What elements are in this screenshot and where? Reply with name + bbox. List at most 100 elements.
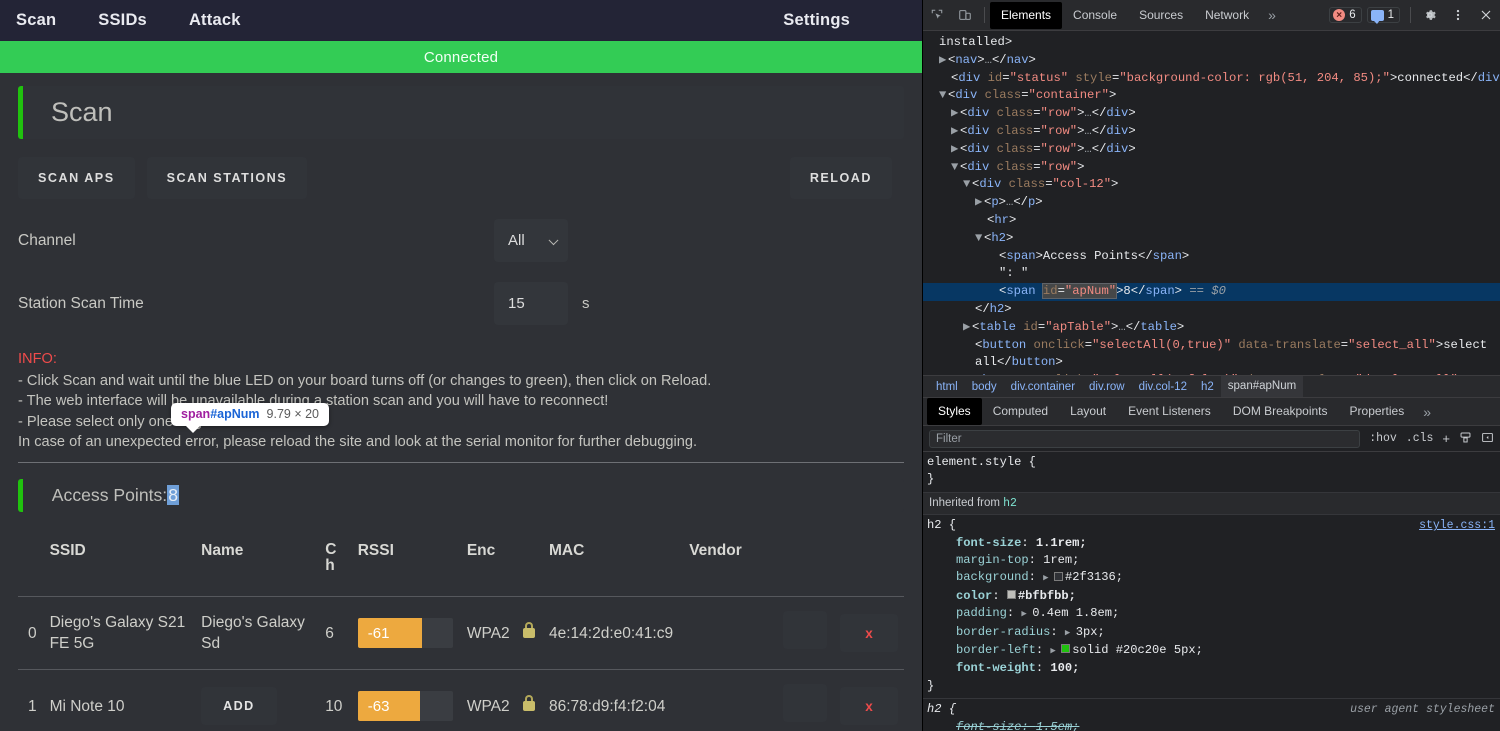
css-declaration[interactable]: background: ▶ #2f3136; — [923, 569, 1500, 587]
breadcrumb-item[interactable]: h2 — [1194, 381, 1221, 393]
nav-item-ssids[interactable]: SSIDs — [98, 11, 147, 30]
css-rule-selector[interactable]: h2 {style.css:1 — [923, 517, 1500, 534]
scan-button-row: SCAN APS SCAN STATIONS RELOAD — [18, 157, 904, 199]
color-swatch[interactable] — [1053, 571, 1063, 581]
message-count-badge[interactable]: 1 — [1366, 7, 1400, 24]
devtools-tab-sources[interactable]: Sources — [1128, 2, 1194, 29]
css-rule-source[interactable]: style.css:1 — [1419, 517, 1495, 534]
css-declaration[interactable]: font-size: 1.1rem; — [923, 535, 1500, 552]
breadcrumb-item[interactable]: span#apNum — [1220, 376, 1304, 397]
css-declaration[interactable]: border-radius: ▶ 3px; — [923, 624, 1500, 642]
css-declaration[interactable]: font-size: 1.5em; — [923, 719, 1500, 731]
css-rule: h2 {user agent stylesheet font-size: 1.5… — [923, 699, 1500, 731]
scan-aps-button[interactable]: SCAN APS — [18, 157, 135, 199]
expand-icon[interactable]: ▶ — [1065, 628, 1076, 638]
nav-item-attack[interactable]: Attack — [189, 11, 241, 30]
element-style-block: element.style { } — [923, 452, 1500, 493]
css-rule-selector[interactable]: h2 {user agent stylesheet — [923, 701, 1500, 718]
styles-filter-input[interactable] — [929, 429, 1361, 448]
device-toolbar-icon[interactable] — [951, 1, 979, 29]
breadcrumb-item[interactable]: div.row — [1082, 381, 1132, 393]
dom-node[interactable]: ▶ <div class="row">…</div> — [923, 141, 1500, 159]
cls-toggle[interactable]: .cls — [1406, 432, 1434, 445]
styles-tabs-more-icon[interactable]: » — [1415, 404, 1439, 420]
error-count-badge[interactable]: × 6 — [1329, 7, 1362, 23]
dom-node[interactable]: ▶ <div class="row">…</div> — [923, 105, 1500, 123]
table-row[interactable]: 1 Mi Note 10 ADD 10 -63 WPA2 86:78:d9:f4:f2:04… — [18, 669, 904, 731]
hov-toggle[interactable]: :hov — [1369, 432, 1397, 445]
station-scan-time-input[interactable]: 15 — [494, 282, 568, 325]
styles-tab-properties[interactable]: Properties — [1339, 398, 1416, 425]
expand-icon[interactable]: ▶ — [1050, 646, 1061, 656]
devtools-tab-network[interactable]: Network — [1194, 2, 1260, 29]
computed-styles-icon[interactable] — [1459, 431, 1472, 447]
dom-node[interactable]: <button onclick="selectAll(0,true)" data… — [923, 337, 1500, 355]
th-ssid: SSID — [49, 542, 86, 560]
css-declaration[interactable]: font-weight: 100; — [923, 660, 1500, 677]
more-tabs-icon[interactable]: » — [1260, 7, 1284, 23]
devtools-tab-console[interactable]: Console — [1062, 2, 1128, 29]
toggle-sidebar-icon[interactable] — [1481, 431, 1494, 447]
expand-icon[interactable]: ▶ — [1021, 609, 1032, 619]
breadcrumb-item[interactable]: body — [965, 381, 1004, 393]
dom-node[interactable]: all</button> — [923, 354, 1500, 372]
select-checkbox[interactable] — [782, 611, 827, 650]
devtools-tab-elements[interactable]: Elements — [990, 1, 1063, 29]
dom-node[interactable]: ": " — [923, 265, 1500, 283]
dom-node[interactable]: ▶ <p>…</p> — [923, 194, 1500, 212]
css-value: 100; — [1050, 661, 1080, 676]
breadcrumb-item[interactable]: html — [929, 381, 965, 393]
dom-node[interactable]: </h2> — [923, 301, 1500, 319]
dom-node[interactable]: <hr> — [923, 212, 1500, 230]
inspect-element-icon[interactable] — [923, 1, 951, 29]
dom-node[interactable]: <button onclick="selectAll(0,false)" dat… — [923, 372, 1500, 375]
add-button[interactable]: ADD — [201, 687, 277, 726]
dom-node[interactable]: ▼ <h2> — [923, 230, 1500, 248]
dom-node[interactable]: ▼ <div class="container"> — [923, 87, 1500, 105]
more-options-icon[interactable] — [1444, 1, 1472, 29]
dom-node[interactable]: <div id="status" style="background-color… — [923, 70, 1500, 88]
css-property: padding — [956, 606, 1007, 621]
styles-tab-layout[interactable]: Layout — [1059, 398, 1117, 425]
dom-node[interactable]: ▶ <div class="row">…</div> — [923, 123, 1500, 141]
delete-button[interactable]: x — [839, 687, 898, 726]
breadcrumb-item[interactable]: div.col-12 — [1132, 381, 1194, 393]
styles-tab-computed[interactable]: Computed — [982, 398, 1059, 425]
table-row[interactable]: 0 Diego's Galaxy S21 FE 5G Diego's Galaxy … — [18, 596, 904, 670]
reload-button[interactable]: RELOAD — [789, 157, 892, 199]
connection-status-banner: Connected — [0, 41, 922, 73]
scan-stations-button[interactable]: SCAN STATIONS — [146, 157, 308, 199]
styles-tab-styles[interactable]: Styles — [927, 398, 982, 425]
select-checkbox[interactable] — [782, 684, 827, 723]
dom-node[interactable]: ▼ <div class="row"> — [923, 159, 1500, 177]
gear-icon[interactable] — [1416, 1, 1444, 29]
rssi-value: -63 — [357, 691, 421, 722]
dom-node[interactable]: ▶ <nav>…</nav> — [923, 52, 1500, 70]
nav-item-scan[interactable]: Scan — [16, 11, 56, 30]
color-swatch[interactable] — [1061, 644, 1071, 654]
close-icon[interactable] — [1472, 1, 1500, 29]
breadcrumb-item[interactable]: div.container — [1004, 381, 1082, 393]
dom-node-selected[interactable]: <span id="apNum">8</span> == $0 — [923, 283, 1500, 301]
expand-icon[interactable]: ▶ — [1043, 573, 1054, 583]
dom-tree[interactable]: installed> ▶ <nav>…</nav> <div id="status" … — [923, 31, 1500, 375]
th-index — [18, 530, 44, 597]
error-icon: × — [1333, 9, 1346, 21]
channel-select[interactable]: All — [494, 219, 568, 262]
delete-button[interactable]: x — [839, 614, 898, 653]
dom-node[interactable]: <span>Access Points</span> — [923, 248, 1500, 266]
dom-node[interactable]: ▶ <table id="apTable">…</table> — [923, 319, 1500, 337]
css-declaration[interactable]: padding: ▶ 0.4em 1.8em; — [923, 605, 1500, 623]
styles-tab-event-listeners[interactable]: Event Listeners — [1117, 398, 1222, 425]
css-declaration[interactable]: color: #bfbfbb; — [923, 588, 1500, 605]
dom-node[interactable]: installed> — [923, 34, 1500, 52]
css-declaration[interactable]: margin-top: 1rem; — [923, 552, 1500, 569]
nav-item-settings[interactable]: Settings — [783, 11, 850, 30]
access-points-count: 8 — [167, 484, 179, 505]
color-swatch[interactable] — [1006, 590, 1016, 600]
new-style-rule-icon[interactable]: + — [1442, 431, 1450, 446]
css-declaration[interactable]: border-left: ▶ solid #20c20e 5px; — [923, 642, 1500, 660]
dom-node[interactable]: ▼ <div class="col-12"> — [923, 176, 1500, 194]
info-line: - Click Scan and wait until the blue LED… — [18, 372, 712, 389]
styles-tab-dom-breakpoints[interactable]: DOM Breakpoints — [1222, 398, 1339, 425]
